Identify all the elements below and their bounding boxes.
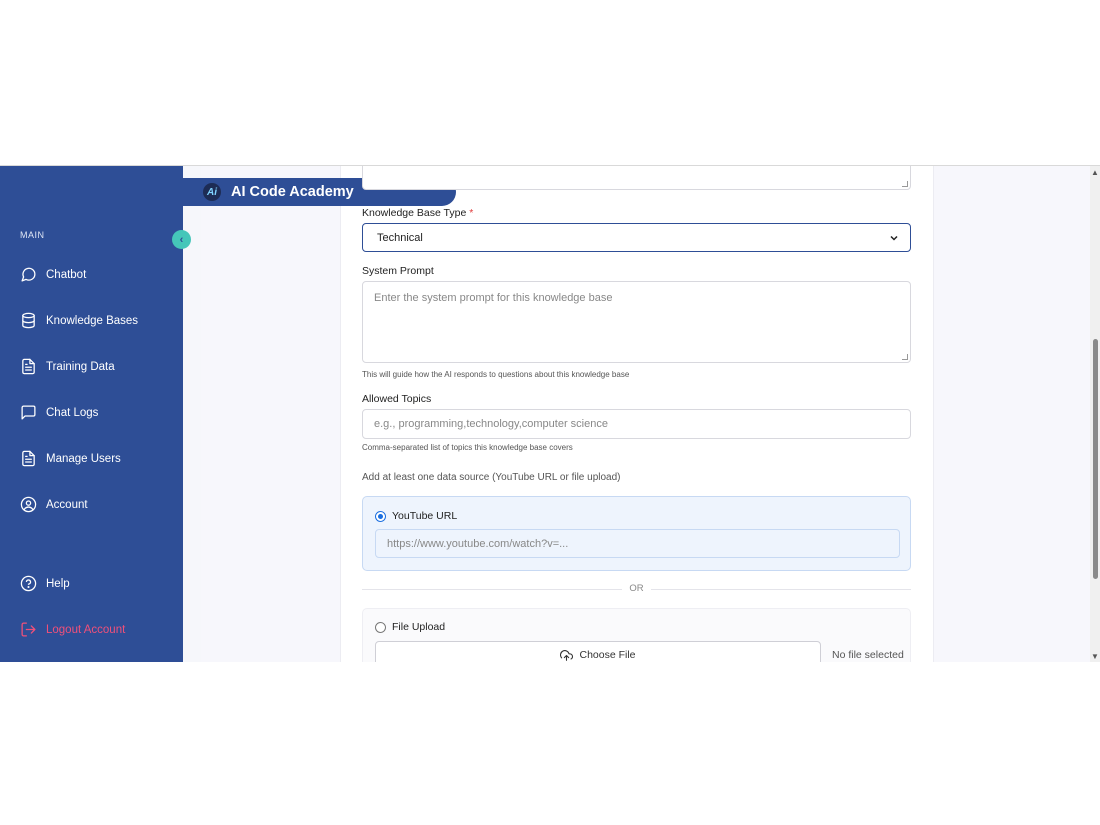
sidebar-item-account[interactable]: Account (20, 496, 88, 513)
cloud-upload-icon (560, 649, 574, 661)
description-textarea[interactable] (362, 166, 911, 190)
user-circle-icon (20, 496, 37, 513)
youtube-label: YouTube URL (392, 510, 458, 522)
sidebar-item-label: Help (46, 577, 70, 590)
system-prompt-textarea[interactable]: Enter the system prompt for this knowled… (362, 281, 911, 363)
kb-type-value: Technical (377, 231, 423, 244)
sidebar-item-label: Account (46, 498, 88, 511)
allowed-topics-label: Allowed Topics (362, 393, 432, 405)
sidebar-item-label: Manage Users (46, 452, 121, 465)
choose-file-button[interactable]: Choose File (375, 641, 821, 662)
system-prompt-placeholder: Enter the system prompt for this knowled… (374, 292, 613, 304)
file-upload-radio-option[interactable]: File Upload (375, 621, 445, 633)
logout-label: Logout Account (46, 623, 126, 636)
kb-type-select[interactable]: Technical (362, 223, 911, 252)
radio-unselected-icon[interactable] (375, 621, 386, 633)
choose-file-label: Choose File (579, 649, 636, 661)
radio-selected-icon[interactable] (375, 510, 386, 522)
scrollbar[interactable]: ▲ ▼ (1090, 166, 1100, 662)
no-file-text: No file selected (832, 649, 904, 661)
youtube-url-input[interactable]: https://www.youtube.com/watch?v=... (375, 529, 900, 558)
allowed-topics-input[interactable]: e.g., programming,technology,computer sc… (362, 409, 911, 439)
allowed-topics-help: Comma-separated list of topics this know… (362, 443, 573, 452)
sidebar-item-chat-logs[interactable]: Chat Logs (20, 404, 98, 421)
database-icon (22, 312, 35, 329)
sidebar-item-training-data[interactable]: Training Data (20, 358, 115, 375)
required-mark: * (469, 207, 474, 219)
file-upload-box: File Upload Choose File No file selected (362, 608, 911, 662)
brand-logo-icon: Ai (203, 183, 221, 201)
allowed-topics-placeholder: e.g., programming,technology,computer sc… (374, 418, 608, 430)
logout-icon (21, 622, 36, 637)
sidebar-item-help[interactable]: Help (20, 575, 70, 592)
scroll-down-arrow-icon[interactable]: ▼ (1091, 652, 1099, 661)
sidebar-item-manage-users[interactable]: Manage Users (20, 450, 121, 467)
brand-name: AI Code Academy (231, 184, 354, 200)
help-circle-icon (20, 575, 37, 592)
sidebar-item-label: Training Data (46, 360, 115, 373)
or-divider: OR (362, 583, 911, 595)
sidebar-item-label: Chat Logs (46, 406, 99, 419)
youtube-url-placeholder: https://www.youtube.com/watch?v=... (387, 537, 569, 550)
sidebar-item-label: Knowledge Bases (46, 314, 139, 327)
system-prompt-help: This will guide how the AI responds to q… (362, 370, 630, 379)
app-viewport: MAIN Chatbot Knowledge Bases Training Da… (0, 165, 1100, 662)
message-square-icon (21, 405, 36, 420)
logout-button[interactable]: Logout Account (20, 621, 125, 638)
or-text: OR (629, 583, 644, 594)
sidebar-item-knowledge-bases[interactable]: Knowledge Bases (20, 312, 138, 329)
sidebar-item-chatbot[interactable]: Chatbot (20, 266, 86, 283)
scroll-up-arrow-icon[interactable]: ▲ (1091, 168, 1099, 177)
sidebar: MAIN Chatbot Knowledge Bases Training Da… (0, 166, 183, 662)
file-upload-label: File Upload (392, 621, 446, 633)
chevron-down-icon (890, 235, 898, 241)
system-prompt-label: System Prompt (362, 265, 434, 277)
scrollbar-thumb[interactable] (1093, 339, 1098, 579)
resize-handle-icon[interactable] (902, 181, 908, 187)
youtube-radio-option[interactable]: YouTube URL (375, 510, 457, 522)
sidebar-item-label: Chatbot (46, 268, 87, 281)
kb-type-label: Knowledge Base Type * (362, 207, 474, 219)
sidebar-collapse-button[interactable]: ‹ (172, 230, 191, 249)
document-icon (22, 358, 35, 375)
data-source-note: Add at least one data source (YouTube UR… (362, 472, 621, 483)
document-icon (22, 450, 35, 467)
resize-handle-icon[interactable] (902, 354, 908, 360)
chat-bubble-icon (21, 267, 36, 282)
sidebar-section-label: MAIN (20, 230, 45, 240)
youtube-source-box: YouTube URL https://www.youtube.com/watc… (362, 496, 911, 571)
chevron-left-icon: ‹ (179, 233, 184, 246)
